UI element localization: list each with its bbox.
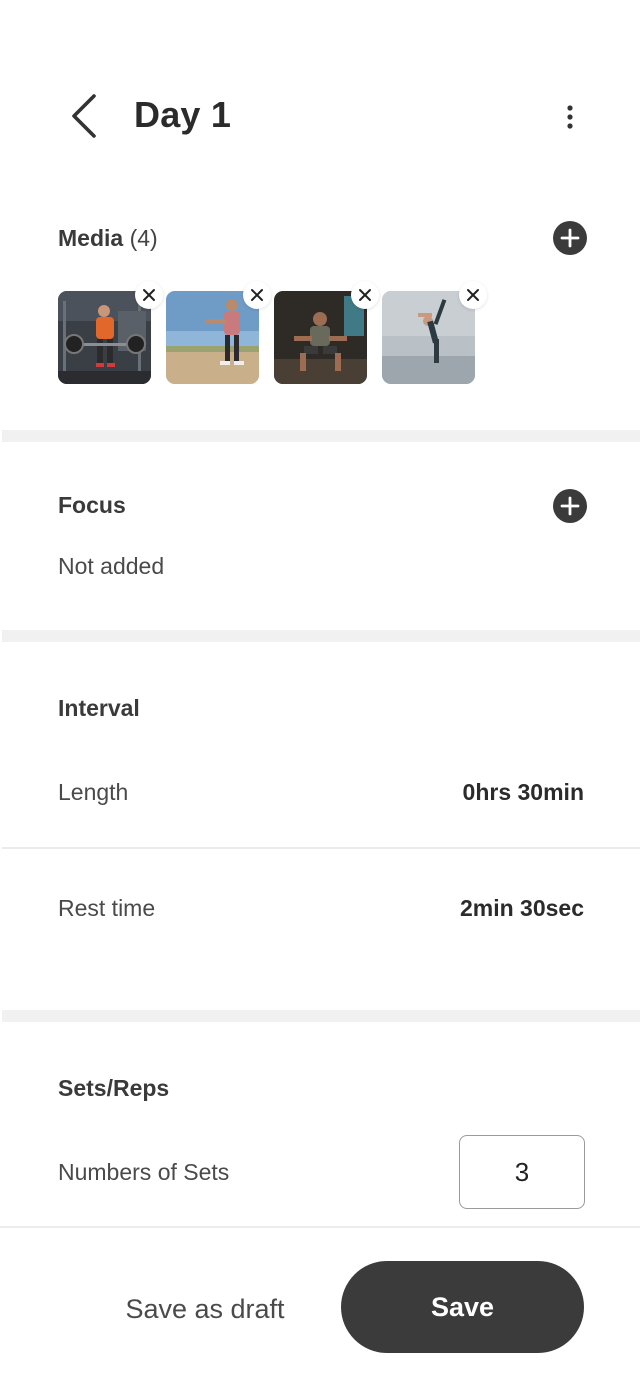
remove-media-button[interactable]: [243, 281, 271, 309]
rest-time-value: 2min 30sec: [459, 895, 584, 921]
save-as-draft-button[interactable]: Save as draft: [110, 1264, 300, 1354]
back-button[interactable]: [62, 88, 106, 144]
media-item: [58, 281, 163, 384]
remove-media-button[interactable]: [459, 281, 487, 309]
focus-value: Not added: [58, 553, 165, 579]
media-thumbnail-squat[interactable]: [274, 291, 367, 384]
close-icon: [143, 289, 155, 301]
media-heading: Media (4): [58, 225, 158, 252]
close-icon: [359, 289, 371, 301]
plus-circle-icon: [560, 496, 580, 516]
media-item: [274, 281, 379, 384]
media-thumbnail-deadlift[interactable]: [58, 291, 151, 384]
page-title: Day 1: [134, 94, 232, 135]
media-item: [166, 281, 271, 384]
section-divider: [2, 630, 640, 642]
focus-label: Focus: [58, 492, 126, 518]
media-thumbnail-yoga[interactable]: [382, 291, 475, 384]
remove-media-button[interactable]: [135, 281, 163, 309]
header-bar: Day 1: [0, 0, 640, 200]
more-vertical-icon: [567, 105, 573, 129]
media-count: (4): [129, 225, 158, 251]
sets-reps-label: Sets/Reps: [58, 1075, 170, 1101]
more-options-button[interactable]: [556, 100, 584, 134]
plus-circle-icon: [560, 228, 580, 248]
row-divider: [2, 847, 640, 849]
length-value: 0hrs 30min: [462, 779, 584, 805]
add-focus-button[interactable]: [553, 489, 587, 523]
interval-label: Interval: [58, 695, 140, 721]
rest-time-label: Rest time: [58, 895, 156, 921]
footer-action-bar: Save as draft Save: [0, 1226, 640, 1383]
media-thumbnail-outdoor[interactable]: [166, 291, 259, 384]
close-icon: [467, 289, 479, 301]
remove-media-button[interactable]: [351, 281, 379, 309]
length-label: Length: [58, 779, 129, 805]
number-of-sets-label: Numbers of Sets: [58, 1159, 230, 1185]
media-item: [382, 281, 487, 384]
close-icon: [251, 289, 263, 301]
save-button[interactable]: Save: [341, 1261, 584, 1353]
number-of-sets-input[interactable]: 3: [459, 1135, 585, 1209]
section-divider: [2, 430, 640, 442]
section-divider: [2, 1010, 640, 1022]
chevron-left-icon: [72, 94, 96, 138]
media-label: Media: [58, 225, 124, 251]
add-media-button[interactable]: [553, 221, 587, 255]
